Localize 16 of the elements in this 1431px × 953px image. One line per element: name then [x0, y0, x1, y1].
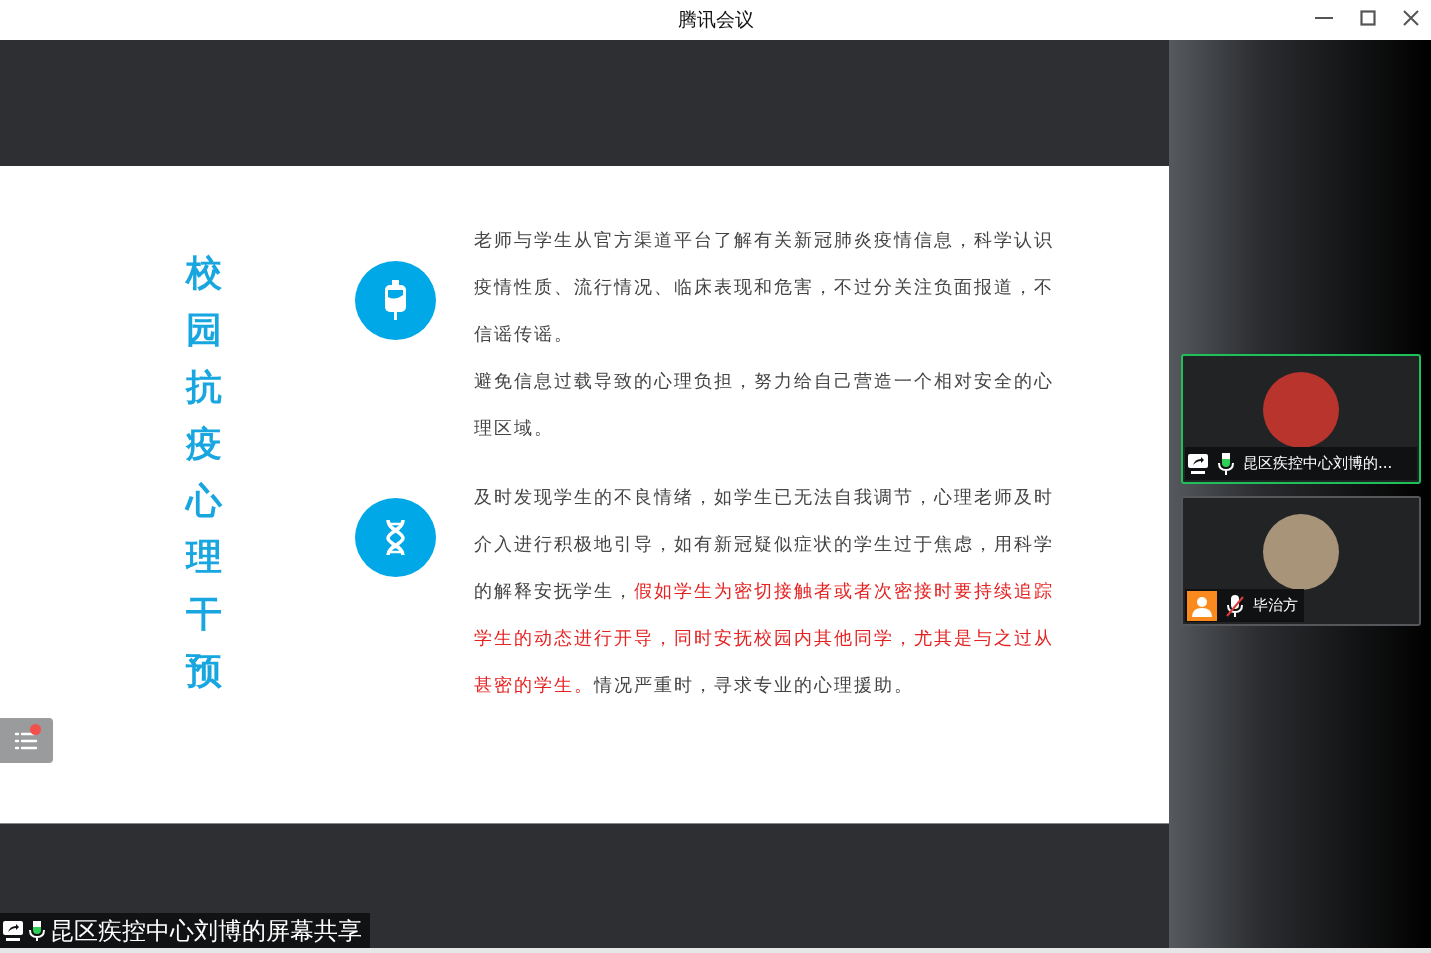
slide-paragraph: 避免信息过载导致的心理负担，努力给自己营造一个相对安全的心理区域。	[474, 369, 1055, 440]
participant-name: 昆区疾控中心刘博的...	[1243, 454, 1393, 473]
iv-bag-icon	[355, 261, 436, 340]
dna-icon	[355, 498, 436, 577]
minimize-icon[interactable]	[1315, 16, 1333, 20]
maximize-icon[interactable]	[1360, 10, 1376, 26]
participant-tile[interactable]: 毕治方	[1181, 496, 1421, 626]
participant-tile[interactable]: 昆区疾控中心刘博的...	[1181, 354, 1421, 484]
slide-title: 校园抗疫心理干预	[186, 250, 222, 694]
outline-button[interactable]	[0, 718, 53, 763]
close-icon[interactable]	[1403, 10, 1419, 26]
participant-name: 毕治方	[1253, 596, 1298, 615]
slide-paragraph: 及时发现学生的不良情绪，如学生已无法自我调节，心理老师及时介入进行积极地引导，如有新冠疑似症状的学生过于焦虑，用科学的解释安抚学生，假如学生为密切接触者或者次密接时要持续追踪学生的动态进行开导，同时安抚校园内其他同学，尤其是与之过从甚密的学生。情况严重时，寻求专业的心理援助。	[474, 485, 1055, 697]
window-title: 腾讯会议	[677, 7, 754, 32]
share-label-text: 昆区疾控中心刘博的屏幕共享	[50, 915, 362, 947]
slide-paragraph: 老师与学生从官方渠道平台了解有关新冠肺炎疫情信息，科学认识疫情性质、流行情况、临床表现和危害，不过分关注负面报道，不信谣传谣。	[474, 228, 1055, 346]
